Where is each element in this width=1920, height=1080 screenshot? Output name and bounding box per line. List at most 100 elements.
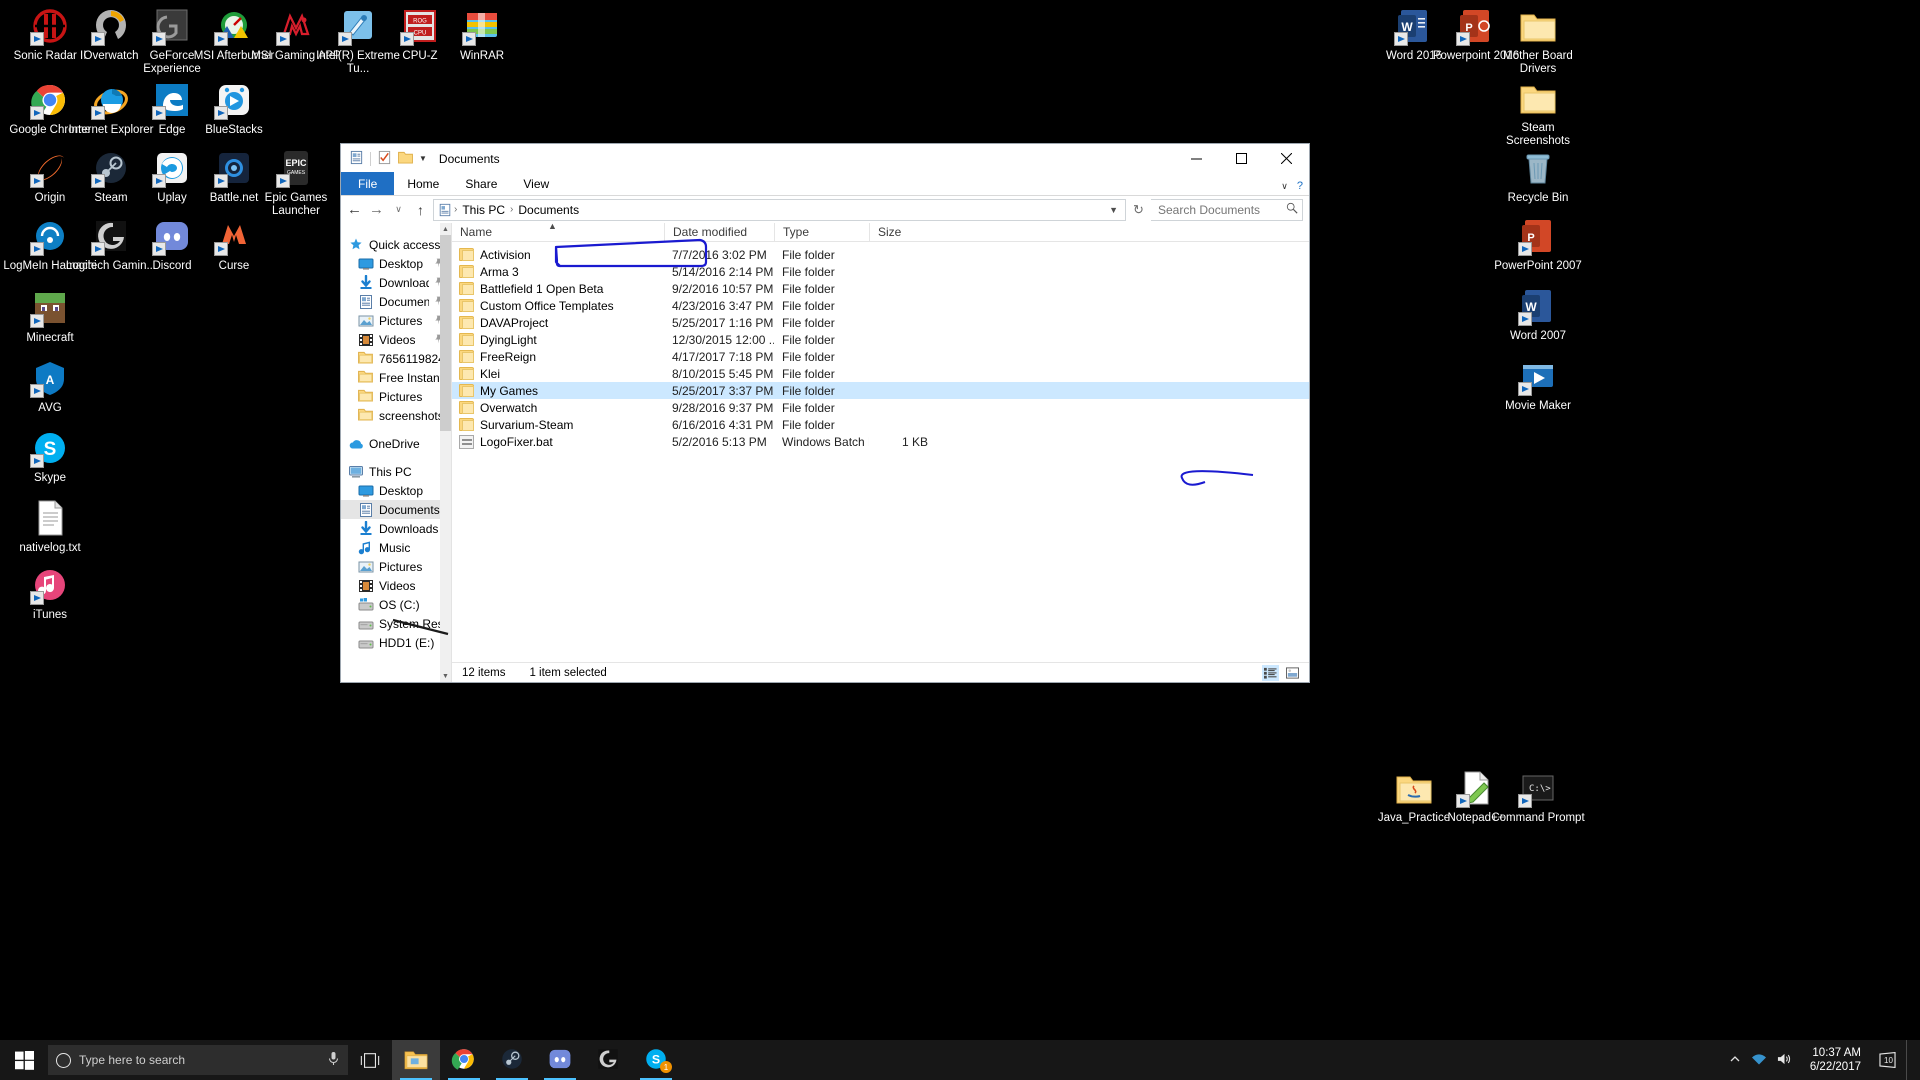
nav-item-pictures[interactable]: Pictures (341, 387, 451, 406)
scroll-down-arrow[interactable]: ▼ (440, 670, 451, 682)
table-row[interactable]: DAVAProject 5/25/2017 1:16 PM File folder (452, 314, 1309, 331)
minimize-button[interactable] (1174, 144, 1219, 173)
address-bar[interactable]: ← → ∨ ↑ › This PC › Documents ▼ ↻ Search… (341, 196, 1309, 223)
nav-item-76561198242625[interactable]: 76561198242625 (341, 349, 451, 368)
ribbon-tab-bar[interactable]: File Home Share View ∨ ? (341, 172, 1309, 196)
nav-item-screenshots[interactable]: screenshots (341, 406, 451, 425)
desktop-icon-itunes[interactable]: iTunes (2, 565, 98, 622)
file-name-cell[interactable]: Survarium-Steam (452, 418, 664, 432)
nav-item-downloads[interactable]: Downloads (341, 273, 451, 292)
up-button[interactable]: ↑ (411, 199, 430, 221)
nav-pane-scrollbar[interactable]: ▲ ▼ (440, 223, 451, 682)
show-desktop-button[interactable] (1906, 1040, 1914, 1080)
nav-item-pictures[interactable]: Pictures (341, 557, 451, 576)
breadcrumb-bar[interactable]: › This PC › Documents ▼ (433, 198, 1126, 221)
forward-button[interactable]: → (367, 199, 386, 221)
scroll-up-arrow[interactable]: ▲ (440, 223, 451, 235)
file-name-cell[interactable]: Overwatch (452, 401, 664, 415)
breadcrumb-item-documents[interactable]: Documents (515, 203, 582, 217)
file-name-cell[interactable]: DyingLight (452, 333, 664, 347)
desktop-icon-recycle-bin[interactable]: Recycle Bin (1490, 148, 1586, 205)
nav-item-quick-access[interactable]: Quick access (341, 235, 451, 254)
taskbar-app-steam[interactable] (488, 1040, 536, 1080)
large-icons-view-button[interactable] (1284, 665, 1301, 681)
nav-item-pictures[interactable]: Pictures (341, 311, 451, 330)
search-input[interactable]: Search Documents (1158, 203, 1260, 217)
window-controls[interactable] (1174, 144, 1309, 173)
desktop-icon-minecraft[interactable]: Minecraft (2, 288, 98, 345)
file-name-cell[interactable]: Arma 3 (452, 265, 664, 279)
file-list-pane[interactable]: Name ▲ Date modified Type Size Activisio… (452, 221, 1309, 682)
back-button[interactable]: ← (345, 199, 364, 221)
search-icon[interactable] (1286, 202, 1298, 217)
nav-item-hdd1-e[interactable]: HDD1 (E:) (341, 633, 451, 652)
file-name-cell[interactable]: Activision (452, 248, 664, 262)
chevron-down-icon[interactable]: ▼ (419, 154, 427, 163)
desktop-icon-nativelog-txt[interactable]: nativelog.txt (2, 498, 98, 555)
column-header-size[interactable]: Size (869, 222, 934, 242)
desktop-icon-bluestacks[interactable]: BlueStacks (186, 80, 282, 137)
desktop-icon-mother-board-drivers[interactable]: Mother Board Drivers (1490, 6, 1586, 76)
desktop-icon-curse[interactable]: Curse (186, 216, 282, 273)
nav-item-documents[interactable]: Documents (341, 292, 451, 311)
file-explorer-window[interactable]: ▼ Documents File Home Share View ∨ ? ← →… (340, 143, 1310, 683)
file-name-cell[interactable]: FreeReign (452, 350, 664, 364)
file-name-cell[interactable]: DAVAProject (452, 316, 664, 330)
taskbar-app-logitech-gaming[interactable] (584, 1040, 632, 1080)
chevron-up-icon[interactable] (1729, 1053, 1741, 1068)
clock[interactable]: 10:37 AM 6/22/2017 (1802, 1046, 1869, 1074)
nav-item-music[interactable]: Music (341, 538, 451, 557)
file-list[interactable]: Activision 7/7/2016 3:02 PM File folder Arm… (452, 242, 1309, 662)
file-name-cell[interactable]: LogoFixer.bat (452, 434, 664, 449)
network-icon[interactable] (1751, 1052, 1767, 1069)
volume-icon[interactable] (1777, 1052, 1792, 1069)
breadcrumb-dropdown-icon[interactable]: ▼ (1109, 205, 1123, 215)
nav-item-downloads[interactable]: Downloads (341, 519, 451, 538)
table-row[interactable]: DyingLight 12/30/2015 12:00 ... File folde… (452, 331, 1309, 348)
table-row[interactable]: FreeReign 4/17/2017 7:18 PM File folder (452, 348, 1309, 365)
help-icon[interactable]: ? (1297, 180, 1303, 192)
details-view-button[interactable] (1262, 664, 1279, 681)
properties-icon[interactable] (349, 150, 364, 168)
tab-file[interactable]: File (341, 172, 395, 195)
nav-item-documents[interactable]: Documents (341, 500, 451, 519)
system-tray[interactable]: 10:37 AM 6/22/2017 10 (1729, 1040, 1920, 1080)
nav-item-desktop[interactable]: Desktop (341, 254, 451, 273)
task-view-button[interactable] (348, 1040, 392, 1080)
desktop-icon-word-2007[interactable]: W Word 2007 (1490, 286, 1586, 343)
folder-icon[interactable] (398, 151, 413, 167)
desktop-icon-epic-games-launcher[interactable]: EPIC GAMES Epic Games Launcher (248, 148, 344, 218)
recent-locations-button[interactable]: ∨ (389, 199, 408, 221)
nav-item-desktop[interactable]: Desktop (341, 481, 451, 500)
view-mode-buttons[interactable] (1262, 664, 1301, 681)
column-header-type[interactable]: Type (774, 222, 869, 242)
desktop-icon-powerpoint-2007[interactable]: P PowerPoint 2007 (1490, 216, 1586, 273)
nav-item-onedrive[interactable]: OneDrive (341, 434, 451, 453)
nav-item-system-reserve[interactable]: System Reserve (341, 614, 451, 633)
file-name-cell[interactable]: Klei (452, 367, 664, 381)
scrollbar-thumb[interactable] (440, 235, 451, 431)
nav-item-free-instant-you[interactable]: Free Instant You (341, 368, 451, 387)
explorer-title-bar[interactable]: ▼ Documents (341, 144, 1309, 173)
table-row[interactable]: Battlefield 1 Open Beta 9/2/2016 10:57 PM… (452, 280, 1309, 297)
table-row[interactable]: Survarium-Steam 6/16/2016 4:31 PM File fol… (452, 416, 1309, 433)
search-input[interactable]: Type here to search (48, 1045, 348, 1075)
taskbar-app-file-explorer[interactable] (392, 1040, 440, 1080)
nav-item-this-pc[interactable]: This PC (341, 462, 451, 481)
file-name-cell[interactable]: Battlefield 1 Open Beta (452, 282, 664, 296)
file-name-cell[interactable]: My Games (452, 384, 664, 398)
refresh-button[interactable]: ↻ (1129, 199, 1148, 221)
start-button[interactable] (0, 1040, 48, 1080)
file-name-cell[interactable]: Custom Office Templates (452, 299, 664, 313)
table-row[interactable]: My Games 5/25/2017 3:37 PM File folder (452, 382, 1309, 399)
taskbar-app-skype[interactable]: S1 (632, 1040, 680, 1080)
maximize-button[interactable] (1219, 144, 1264, 173)
table-row[interactable]: Klei 8/10/2015 5:45 PM File folder (452, 365, 1309, 382)
table-row[interactable]: LogoFixer.bat 5/2/2016 5:13 PM Windows Bat… (452, 433, 1309, 450)
quick-access-toolbar[interactable]: ▼ (349, 150, 427, 168)
action-center-icon[interactable]: 10 (1879, 1052, 1896, 1068)
desktop-icon-steam-screenshots[interactable]: Steam Screenshots (1490, 78, 1586, 148)
nav-item-os-c[interactable]: OS (C:) (341, 595, 451, 614)
search-box[interactable]: Search Documents (1151, 198, 1303, 221)
table-row[interactable]: Custom Office Templates 4/23/2016 3:47 PM… (452, 297, 1309, 314)
